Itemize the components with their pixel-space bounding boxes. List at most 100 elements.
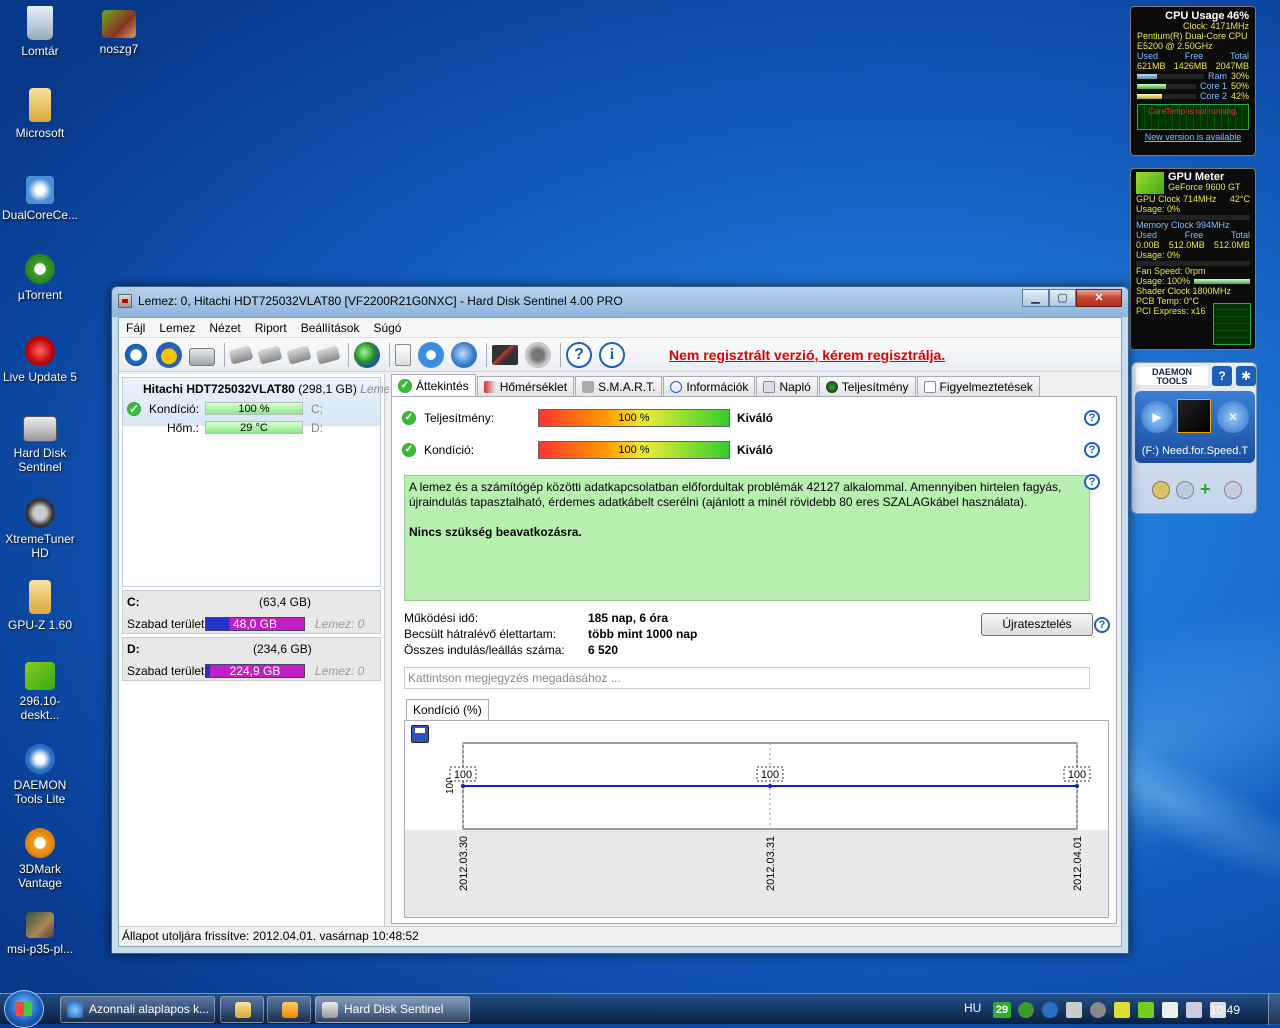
show-desktop-button[interactable] [1268, 994, 1280, 1025]
tab-label: Hőmérséklet [499, 379, 568, 394]
partition-d[interactable]: D: (234,6 GB) Szabad terület 224,9 GB Le… [122, 637, 381, 681]
daemon-title: DAEMON TOOLS [1136, 367, 1208, 386]
help-icon[interactable]: ? [1084, 442, 1100, 458]
start-button[interactable] [4, 990, 44, 1028]
info-icon[interactable]: i [599, 341, 625, 368]
add-icon[interactable]: + [1200, 480, 1218, 499]
core1-label: Core 1 [1199, 81, 1227, 91]
language-indicator[interactable]: HU [964, 1001, 981, 1015]
disk-search-icon[interactable] [315, 344, 341, 365]
speaker-icon[interactable] [525, 341, 551, 368]
help-icon[interactable]: ? [1212, 366, 1232, 386]
disk-icon[interactable] [189, 347, 215, 366]
retest-button[interactable]: Újratesztelés [981, 613, 1093, 636]
refresh-icon[interactable] [123, 341, 149, 368]
taskbar: Azonnali alaplapos k... Hard Disk Sentin… [0, 990, 1280, 1028]
gpu-meter-gadget[interactable]: GPU Meter GeForce 9600 GT GPU Clock 714MH… [1130, 168, 1256, 350]
wrench-icon[interactable]: ✕ [1217, 401, 1249, 433]
disc-icon[interactable] [1224, 481, 1242, 499]
status-message: A lemez és a számítógép közötti adatkapc… [404, 475, 1090, 601]
tab-log[interactable]: Napló [756, 376, 818, 396]
menu-disk[interactable]: Lemez [152, 321, 202, 335]
flag-tray-icon[interactable] [1162, 1002, 1178, 1018]
register-link[interactable]: Nem regisztrált verzió, kérem regisztrál… [669, 347, 945, 363]
fan-bar [1194, 279, 1250, 284]
partition-disk: Lemez: 0 [315, 617, 365, 631]
lock-icon[interactable] [1152, 481, 1170, 499]
help-icon[interactable]: ? [1084, 410, 1100, 426]
desktop-icon-nvidia-driver[interactable]: 296.10-deskt... [1, 662, 79, 722]
desktop-icon-gpuz[interactable]: GPU-Z 1.60 [1, 580, 79, 632]
disk-surface-icon[interactable] [257, 344, 283, 365]
gauge-tray-icon[interactable] [1090, 1002, 1106, 1018]
desktop-icon-msi[interactable]: msi-p35-pl... [1, 912, 79, 956]
partition-c[interactable]: C: (63,4 GB) Szabad terület 48,0 GB Leme… [122, 590, 381, 634]
taskbar-item-explorer[interactable] [220, 996, 264, 1023]
desktop-icon-utorrent[interactable]: µTorrent [1, 254, 79, 302]
disk-test-icon[interactable] [228, 344, 254, 365]
disk-entry[interactable]: Hitachi HDT725032VLAT80 (298,1 GB) Leme … [122, 377, 390, 587]
note-input[interactable]: Kattintson megjegyzés megadásához ... [404, 667, 1090, 689]
help-icon[interactable]: ? [566, 341, 592, 368]
new-version-link[interactable]: New version is available [1137, 132, 1249, 142]
tab-performance[interactable]: Teljesítmény [818, 376, 916, 396]
hard-disk-sentinel-window[interactable]: Lemez: 0, Hitachi HDT725032VLAT80 [VF220… [111, 286, 1129, 954]
calendar-badge[interactable]: 29 [993, 1002, 1011, 1018]
network-tray-icon[interactable] [1066, 1002, 1082, 1018]
desktop-icon-xtremetuner[interactable]: XtremeTuner HD [1, 498, 79, 560]
desktop-icon-recycle-bin[interactable]: Lomtár [1, 6, 79, 58]
tab-information[interactable]: Információk [663, 376, 756, 396]
menu-settings[interactable]: Beállítások [294, 321, 367, 335]
shield-tray-icon[interactable] [1042, 1002, 1058, 1018]
close-button[interactable]: ✕ [1076, 289, 1122, 307]
disk-check-icon[interactable] [286, 344, 312, 365]
warning-tray-icon[interactable] [1114, 1002, 1130, 1018]
desktop-icon-3dmark[interactable]: 3DMark Vantage [1, 828, 79, 890]
desktop-icon-noszg7[interactable]: noszg7 [80, 10, 158, 56]
cpu-usage-gadget[interactable]: CPU Usage 46% Clock: 4171MHz Pentium(R) … [1130, 6, 1256, 156]
daemon-tools-gadget[interactable]: DAEMON TOOLS ? ✱ ▶ ✕ (F:) Need.for.Speed… [1131, 362, 1257, 514]
sync-icon[interactable] [418, 341, 444, 368]
taskbar-item-hard-disk-sentinel[interactable]: Hard Disk Sentinel [315, 996, 470, 1023]
laptop-icon[interactable] [492, 344, 518, 365]
tab-smart[interactable]: S.M.A.R.T. [575, 376, 663, 396]
ok-check-icon: ✓ [402, 411, 416, 425]
clock-time[interactable]: 10:49 [1210, 1003, 1240, 1017]
menu-help[interactable]: Súgó [366, 321, 408, 335]
monitor-tray-icon[interactable] [1186, 1002, 1202, 1018]
desktop-icon-dualcore[interactable]: DualCoreCe... [1, 176, 79, 222]
help-icon[interactable]: ? [1084, 474, 1100, 490]
maximize-button[interactable]: ▢ [1049, 289, 1076, 307]
desktop-icon-live-update[interactable]: Live Update 5 [1, 336, 79, 384]
network-icon[interactable] [451, 341, 477, 368]
desktop-icon-label: Hard Disk Sentinel [13, 446, 67, 474]
report-icon[interactable] [395, 343, 411, 366]
nvidia-tray-icon[interactable] [1138, 1002, 1154, 1018]
desktop-icon-hard-disk-sentinel[interactable]: Hard Disk Sentinel [1, 416, 79, 474]
minimize-button[interactable]: ▁ [1022, 289, 1049, 307]
menu-bar: Fájl Lemez Nézet Riport Beállítások Súgó [119, 318, 1121, 338]
tab-overview[interactable]: ✓ Áttekintés [391, 374, 476, 396]
chart-tab-condition[interactable]: Kondíció (%) [406, 699, 489, 721]
desktop-icon-daemon-tools[interactable]: DAEMON Tools Lite [1, 744, 79, 806]
help-icon[interactable]: ? [1094, 617, 1110, 633]
drive-icon[interactable] [1176, 481, 1194, 499]
free-space-value: 48,0 GB [232, 617, 278, 631]
alert-icon[interactable] [156, 341, 182, 368]
menu-file[interactable]: Fájl [119, 321, 152, 335]
title-bar[interactable]: Lemez: 0, Hitachi HDT725032VLAT80 [VF220… [112, 287, 1128, 315]
taskbar-item-ie[interactable]: Azonnali alaplapos k... [60, 996, 215, 1023]
globe-icon[interactable] [354, 341, 380, 368]
menu-report[interactable]: Riport [248, 321, 294, 335]
menu-view[interactable]: Nézet [202, 321, 247, 335]
play-icon[interactable]: ▶ [1141, 401, 1173, 433]
toolbar-separator [486, 342, 487, 367]
window-title: Lemez: 0, Hitachi HDT725032VLAT80 [VF220… [138, 294, 623, 308]
utorrent-tray-icon[interactable] [1018, 1002, 1034, 1018]
taskbar-item-media[interactable] [267, 996, 311, 1023]
tab-temperature[interactable]: Hőmérséklet [476, 376, 575, 396]
desktop-icon-microsoft[interactable]: Microsoft [1, 88, 79, 140]
tab-alerts[interactable]: Figyelmeztetések [916, 376, 1040, 396]
settings-icon[interactable]: ✱ [1236, 366, 1256, 386]
ok-check-icon: ✓ [398, 378, 412, 393]
